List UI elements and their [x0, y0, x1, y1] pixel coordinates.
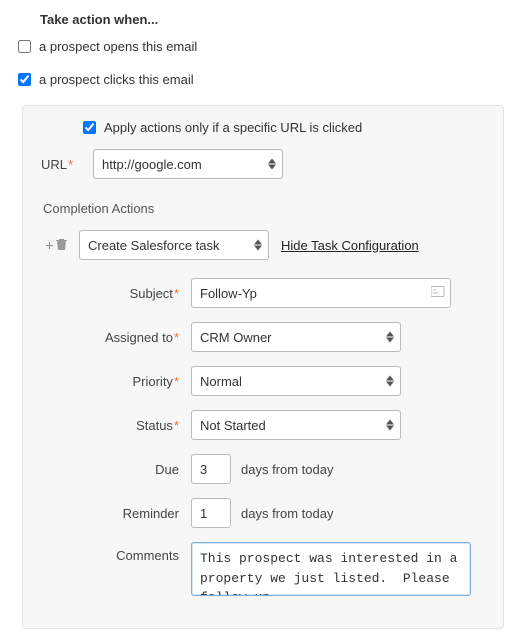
- trash-icon[interactable]: [56, 237, 67, 253]
- reminder-input[interactable]: [191, 498, 231, 528]
- due-row: Due days from today: [61, 454, 485, 484]
- comments-textarea[interactable]: [191, 542, 471, 596]
- clicks-config-panel: Apply actions only if a specific URL is …: [22, 105, 504, 629]
- assigned-to-label: Assigned to*: [61, 330, 191, 345]
- due-label: Due: [61, 462, 191, 477]
- hide-task-config-link[interactable]: Hide Task Configuration: [281, 238, 419, 253]
- url-select[interactable]: http://google.com: [93, 149, 283, 179]
- reminder-label: Reminder: [61, 506, 191, 521]
- trigger-clicks-checkbox[interactable]: [18, 73, 31, 86]
- status-label: Status*: [61, 418, 191, 433]
- trigger-clicks-label: a prospect clicks this email: [39, 72, 194, 87]
- action-type-select[interactable]: Create Salesforce task: [79, 230, 269, 260]
- reminder-suffix: days from today: [241, 506, 334, 521]
- priority-select[interactable]: Normal: [191, 366, 401, 396]
- select-arrows-icon: [268, 159, 276, 170]
- trigger-opens-row: a prospect opens this email: [18, 39, 504, 54]
- subject-row: Subject*: [61, 278, 485, 308]
- url-label: URL*: [41, 157, 93, 172]
- tag-icon[interactable]: [431, 286, 445, 301]
- select-arrows-icon: [386, 332, 394, 343]
- apply-url-row: Apply actions only if a specific URL is …: [83, 120, 485, 135]
- url-row: URL* http://google.com: [41, 149, 485, 179]
- trigger-opens-label: a prospect opens this email: [39, 39, 197, 54]
- action-row: + Create Salesforce task Hide Task Confi…: [41, 230, 485, 260]
- select-arrows-icon: [254, 240, 262, 251]
- select-arrows-icon: [386, 420, 394, 431]
- section-heading: Take action when...: [40, 12, 504, 27]
- apply-url-checkbox[interactable]: [83, 121, 96, 134]
- priority-row: Priority* Normal: [61, 366, 485, 396]
- comments-label: Comments: [61, 542, 191, 563]
- status-row: Status* Not Started: [61, 410, 485, 440]
- subject-label: Subject*: [61, 286, 191, 301]
- subject-input[interactable]: [191, 278, 451, 308]
- assigned-to-select[interactable]: CRM Owner: [191, 322, 401, 352]
- due-suffix: days from today: [241, 462, 334, 477]
- priority-label: Priority*: [61, 374, 191, 389]
- add-remove-icons: +: [41, 237, 71, 253]
- task-fields: Subject* Assigned to* CRM Owner: [61, 278, 485, 596]
- trigger-clicks-row: a prospect clicks this email: [18, 72, 504, 87]
- trigger-opens-checkbox[interactable]: [18, 40, 31, 53]
- select-arrows-icon: [386, 376, 394, 387]
- assigned-to-row: Assigned to* CRM Owner: [61, 322, 485, 352]
- status-select[interactable]: Not Started: [191, 410, 401, 440]
- reminder-row: Reminder days from today: [61, 498, 485, 528]
- apply-url-label: Apply actions only if a specific URL is …: [104, 120, 362, 135]
- add-icon[interactable]: +: [45, 237, 53, 253]
- due-input[interactable]: [191, 454, 231, 484]
- comments-row: Comments: [61, 542, 485, 596]
- completion-actions-heading: Completion Actions: [43, 201, 485, 216]
